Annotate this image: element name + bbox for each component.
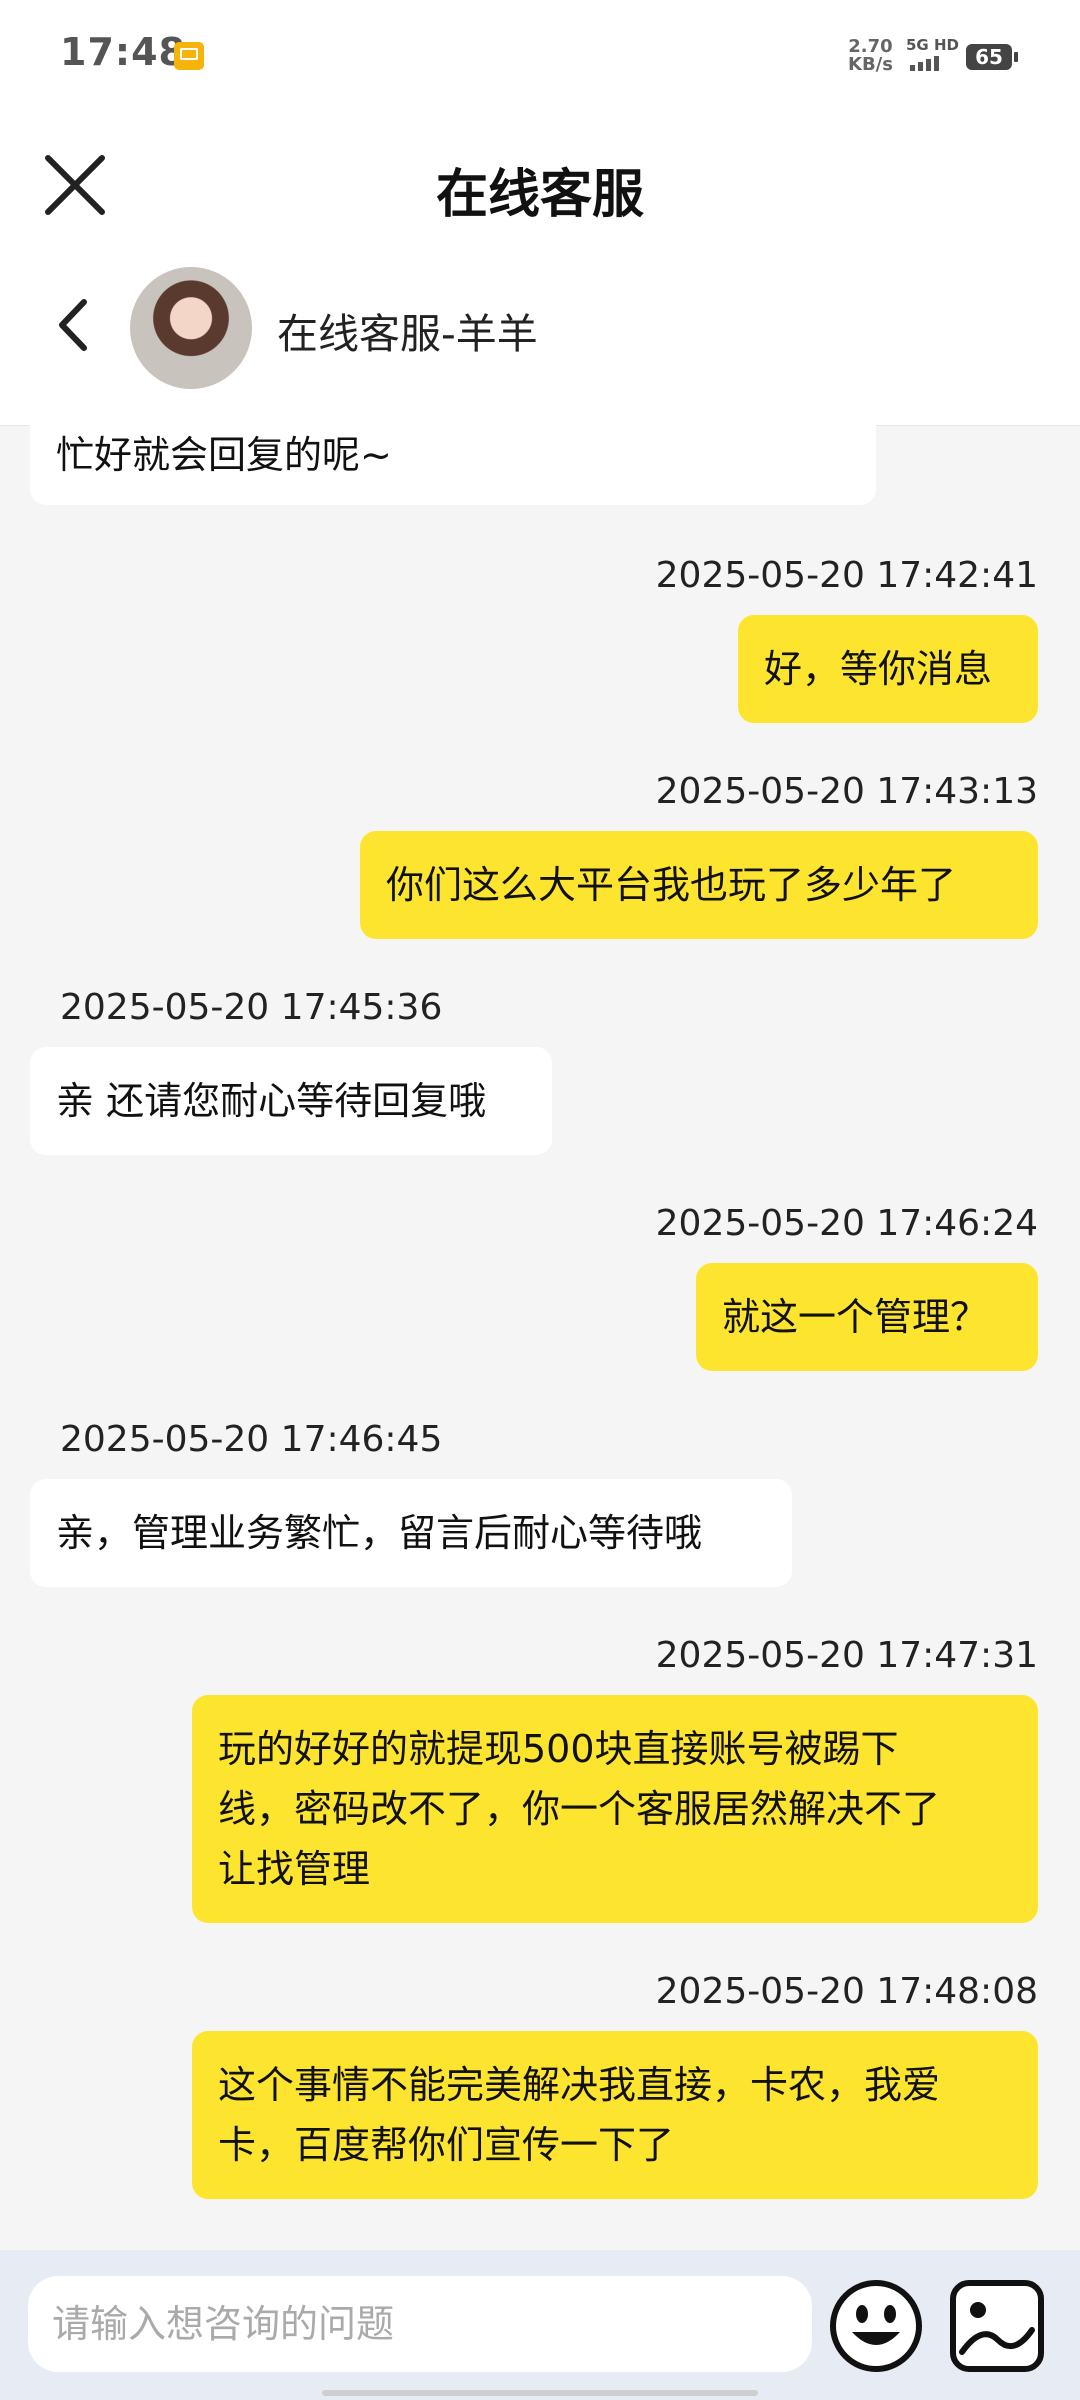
message-line: 忙好就会回复的呢~ [56,433,392,477]
message-bubble-incoming: 亲，管理业务繁忙，留言后耐心等待哦 [30,1479,792,1587]
message-line: 这个事情不能完美解决我直接，卡农，我爱 [218,2063,941,2107]
back-arrow-icon [59,299,87,351]
status-bar: 17:48 2.70 KB/s 5G HD 65 [0,0,1080,110]
message-line: 亲，管理业务繁忙，留言后耐心等待哦 [56,1511,703,1555]
signal-icon [910,56,939,71]
message-line: 好，等你消息 [764,647,993,691]
message-timestamp: 2025-05-20 17:46:24 [655,1203,1038,1244]
network-speed: 2.70 KB/s [848,38,893,74]
message-timestamp: 2025-05-20 17:43:13 [655,771,1038,812]
message-line: 玩的好好的就提现500块直接账号被踢下 [218,1727,899,1771]
agent-name: 在线客服-羊羊 [277,310,538,358]
message-line: 让找管理 [218,1847,371,1891]
image-icon [950,2280,1044,2372]
message-bubble-incoming: 忙好就会回复的呢~ [30,425,876,505]
message-bubble-outgoing: 你们这么大平台我也玩了多少年了 [360,831,1038,939]
message-bubble-incoming: 亲 还请您耐心等待回复哦 [30,1047,552,1155]
message-line: 亲 还请您耐心等待回复哦 [56,1079,487,1123]
message-timestamp: 2025-05-20 17:46:45 [60,1419,443,1460]
message-bubble-outgoing: 就这一个管理？ [696,1263,1038,1371]
message-timestamp: 2025-05-20 17:48:08 [655,1971,1038,2012]
emoji-button[interactable] [828,2278,924,2374]
message-bubble-outgoing: 好，等你消息 [738,615,1038,723]
mail-notification-icon [174,42,204,70]
battery-icon: 65 [966,44,1018,70]
agent-avatar[interactable] [130,267,252,389]
message-line: 卡，百度帮你们宣传一下了 [218,2123,675,2167]
message-line: 线，密码改不了，你一个客服居然解决不了 [218,1787,941,1831]
message-input[interactable] [28,2276,812,2372]
message-bubble-outgoing: 玩的好好的就提现500块直接账号被踢下 线，密码改不了，你一个客服居然解决不了 … [192,1695,1038,1923]
message-input-bar [0,2250,1080,2400]
chat-message-list[interactable]: 忙好就会回复的呢~ 2025-05-20 17:42:41 好，等你消息 202… [0,425,1080,2250]
network-type: 5G HD [906,36,959,54]
message-timestamp: 2025-05-20 17:42:41 [655,555,1038,596]
message-timestamp: 2025-05-20 17:47:31 [655,1635,1038,1676]
page-title: 在线客服 [435,165,644,225]
message-line: 你们这么大平台我也玩了多少年了 [386,863,957,907]
chat-header: 在线客服 在线客服-羊羊 [0,110,1080,426]
network-speed-unit: KB/s [848,54,893,75]
message-timestamp: 2025-05-20 17:45:36 [60,987,443,1028]
message-bubble-outgoing: 这个事情不能完美解决我直接，卡农，我爱 卡，百度帮你们宣传一下了 [192,2031,1038,2199]
image-button[interactable] [948,2278,1046,2374]
message-line: 就这一个管理？ [722,1295,989,1339]
back-button[interactable] [50,290,100,360]
status-time: 17:48 [60,30,186,74]
home-indicator[interactable] [322,2390,758,2396]
emoji-icon [830,2280,922,2372]
